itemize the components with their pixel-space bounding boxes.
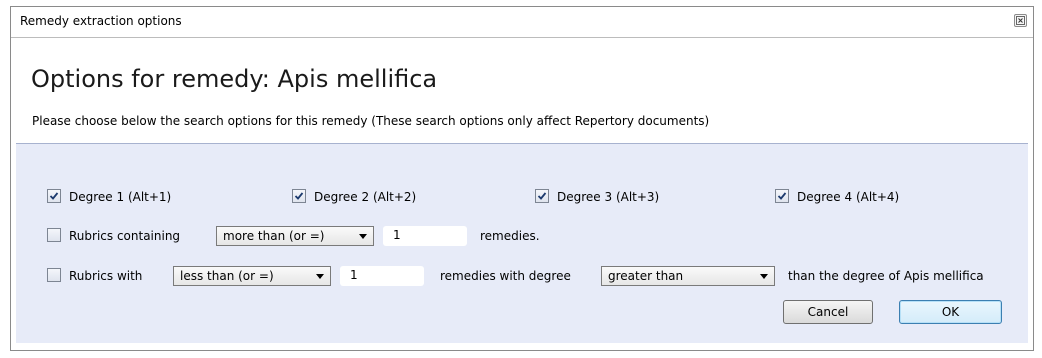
chevron-down-icon [316,274,324,279]
selected-value: more than (or =) [223,229,325,243]
checkmark-icon [537,192,547,200]
degree-1-checkbox[interactable] [47,189,61,203]
degree-4-label: Degree 4 (Alt+4) [797,190,900,204]
rubrics-with-comparator-select[interactable]: less than (or =) [173,266,331,286]
checkmark-icon [49,192,59,200]
degree-comparator-select[interactable]: greater than [601,266,775,286]
close-button[interactable] [1014,14,1027,27]
selected-value: greater than [608,269,684,283]
checkmark-icon [777,192,787,200]
rubrics-containing-count-input[interactable]: 1 [383,226,467,246]
ok-button[interactable]: OK [899,300,1002,324]
remedy-extraction-dialog: Remedy extraction options Options for re… [10,6,1034,351]
options-panel: Degree 1 (Alt+1) Degree 2 (Alt+2) Degree… [16,143,1028,343]
rubrics-with-suffix: than the degree of Apis mellifica [788,269,984,283]
dialog-description: Please choose below the search options f… [32,114,710,128]
title-bar: Remedy extraction options [11,7,1033,38]
rubrics-containing-comparator-select[interactable]: more than (or =) [216,226,374,246]
dialog-header: Options for remedy: Apis mellifica Pleas… [16,45,1028,143]
rubrics-with-count-input[interactable]: 1 [340,266,424,286]
checkmark-icon [294,192,304,200]
window-title: Remedy extraction options [20,14,182,28]
input-value: 1 [393,228,401,242]
input-value: 1 [350,268,358,282]
rubrics-with-checkbox[interactable] [47,268,61,282]
degree-2-label: Degree 2 (Alt+2) [314,190,417,204]
degree-row: Degree 1 (Alt+1) Degree 2 (Alt+2) Degree… [16,186,1028,208]
chevron-down-icon [760,274,768,279]
cancel-button[interactable]: Cancel [783,300,873,324]
page-title: Options for remedy: Apis mellifica [31,65,438,93]
degree-3-checkbox[interactable] [535,189,549,203]
chevron-down-icon [359,234,367,239]
close-icon [1016,16,1025,25]
degree-4-checkbox[interactable] [775,189,789,203]
selected-value: less than (or =) [180,269,274,283]
degree-2-checkbox[interactable] [292,189,306,203]
rubrics-with-row: Rubrics with less than (or =) 1 remedies… [16,265,1028,287]
rubrics-containing-checkbox[interactable] [47,228,61,242]
rubrics-with-label: Rubrics with [69,269,143,283]
degree-1-label: Degree 1 (Alt+1) [69,190,172,204]
degree-3-label: Degree 3 (Alt+3) [557,190,660,204]
rubrics-containing-label: Rubrics containing [69,229,181,243]
rubrics-containing-row: Rubrics containing more than (or =) 1 re… [16,225,1028,247]
rubrics-with-middle-text: remedies with degree [440,269,571,283]
rubrics-containing-suffix: remedies. [480,229,540,243]
